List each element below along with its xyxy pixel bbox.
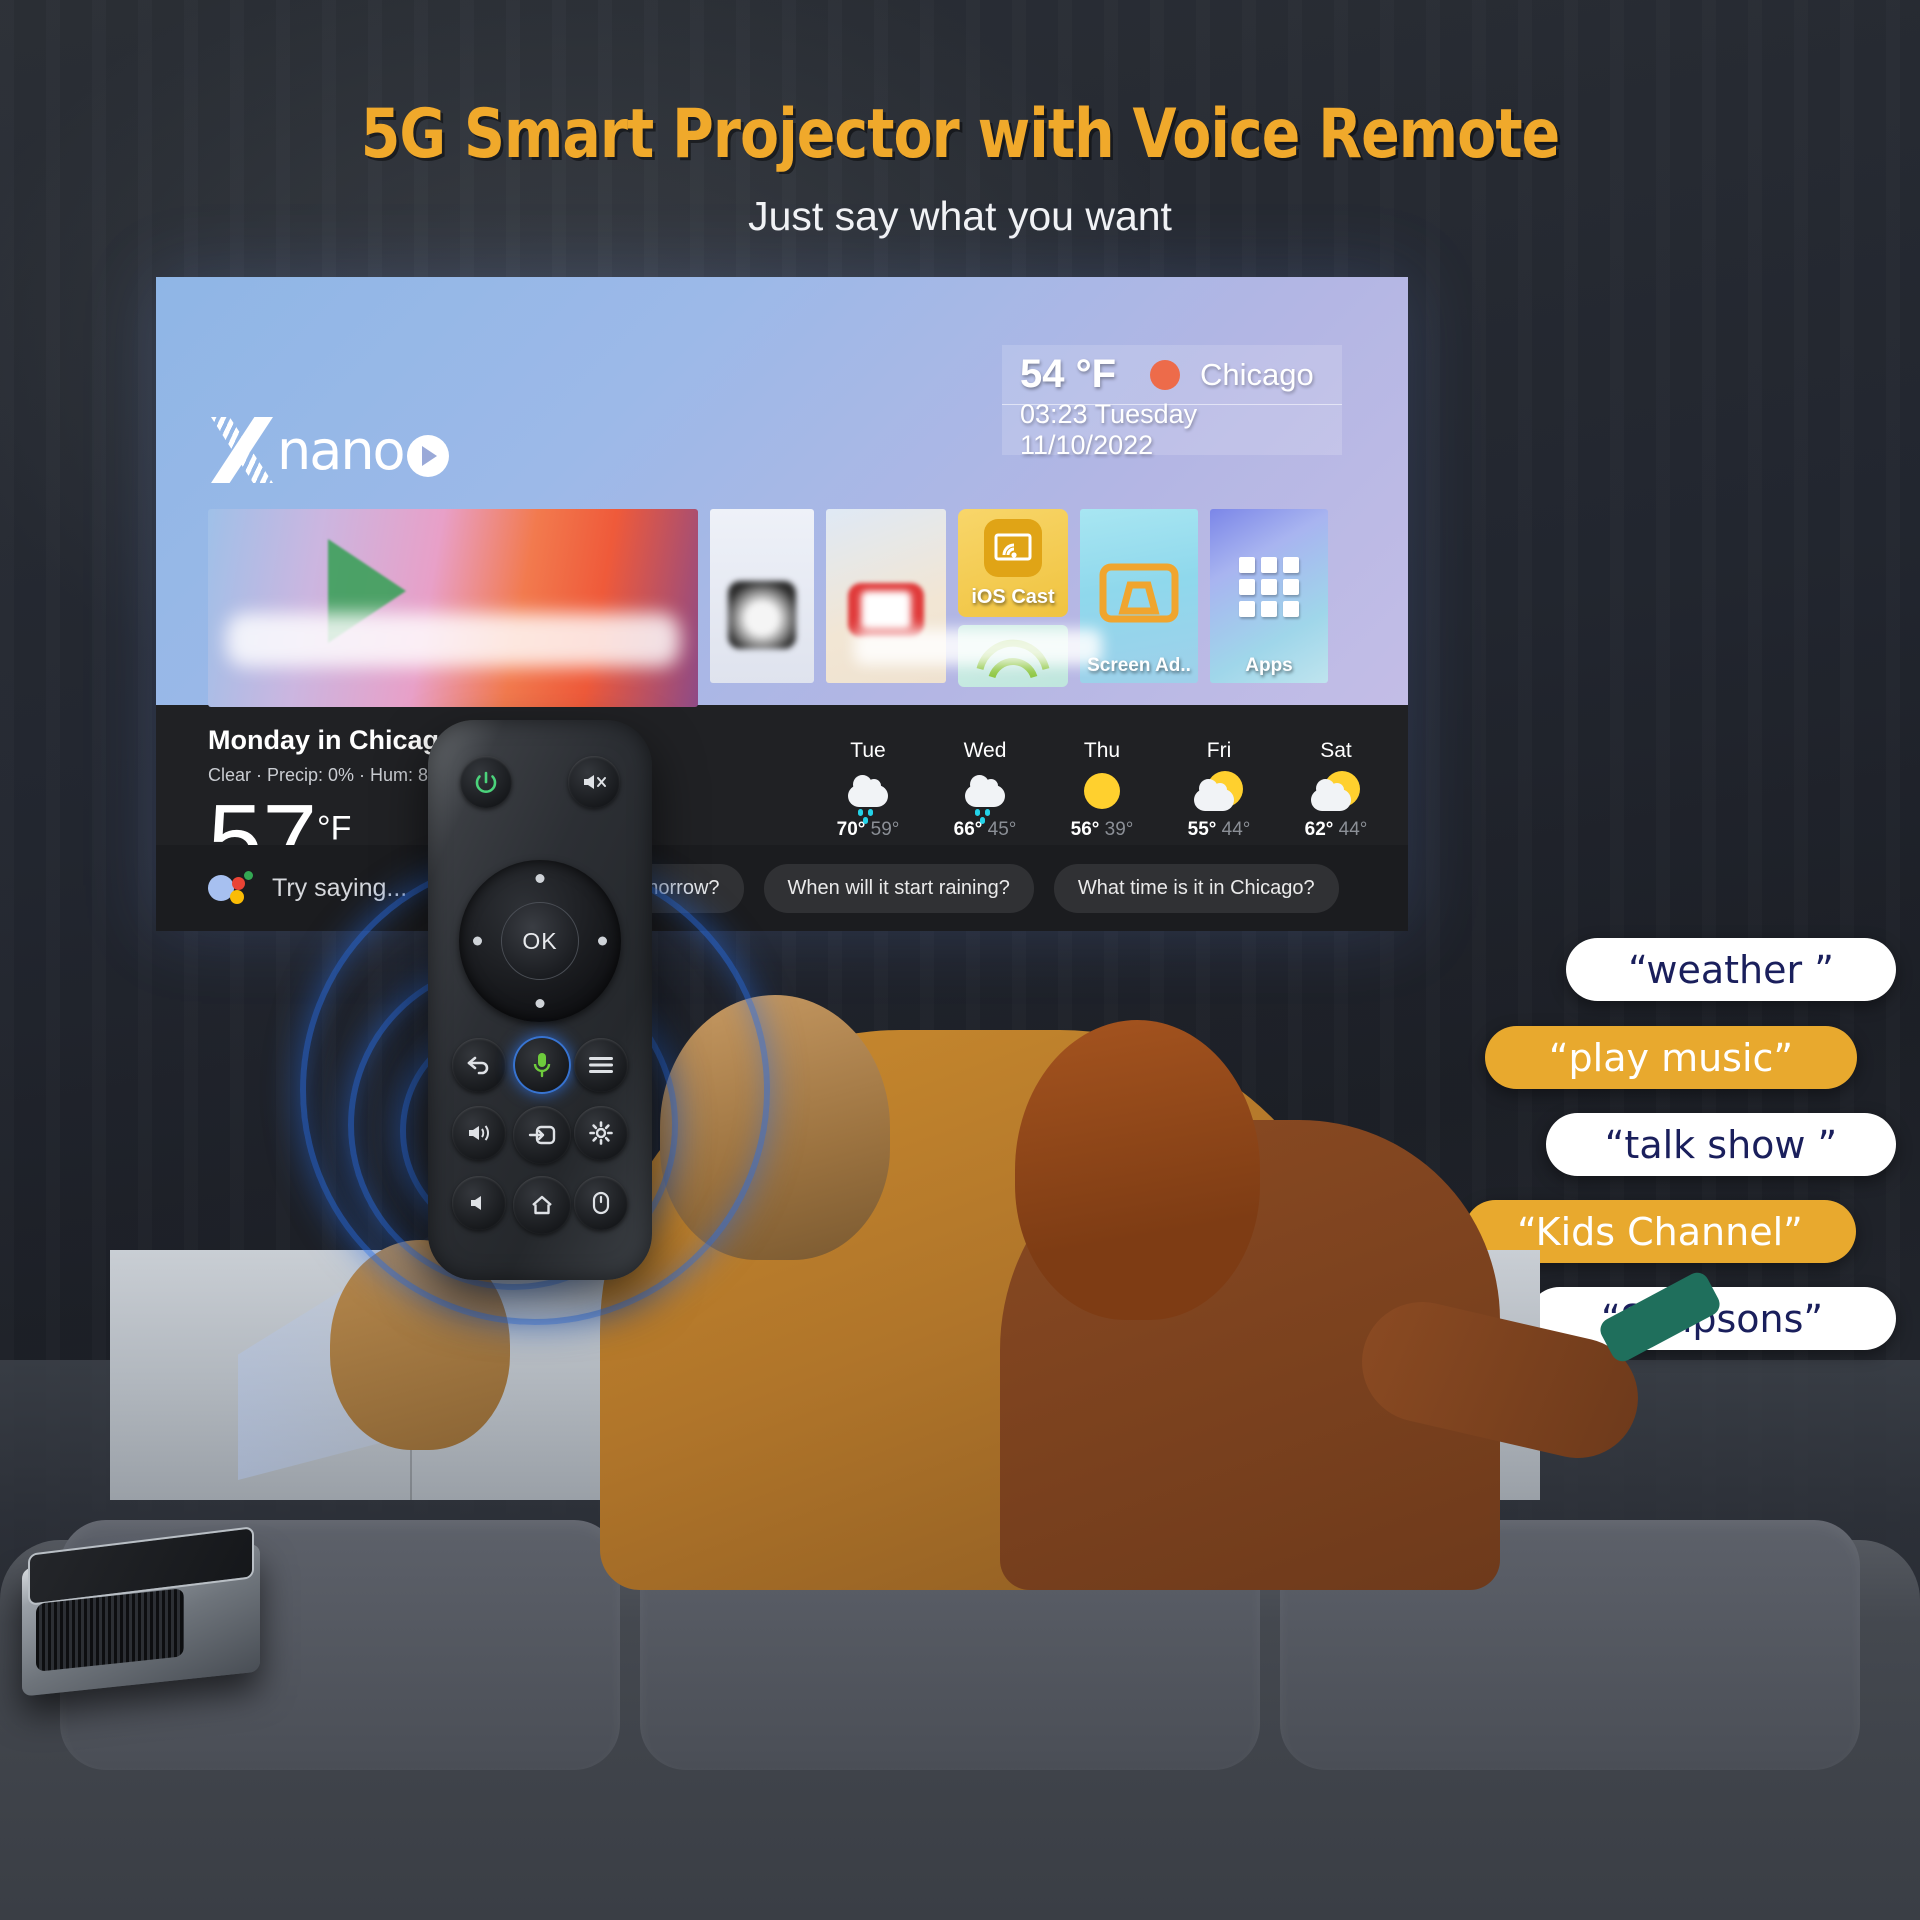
weather-detail-unit: °F (317, 809, 352, 848)
projected-screen: nano 54 °F Chicago 03:23 Tuesday 11/10/2… (156, 277, 1408, 931)
forecast-high: 66° (953, 819, 983, 840)
dpad-left[interactable] (473, 936, 482, 946)
forecast-day-label: Tue (850, 739, 886, 762)
forecast-low: 39° (1104, 819, 1134, 840)
app-tile-row: iOS Cast Screen Ad.. Apps (208, 509, 1328, 707)
sun-icon (1062, 769, 1142, 815)
google-assistant-icon (208, 871, 253, 905)
grid-icon (1239, 557, 1299, 617)
forecast-day-label: Fri (1206, 739, 1232, 762)
voice-callout-play-music: “play music” (1485, 1026, 1857, 1089)
page-subheadline: Just say what you want (748, 193, 1172, 239)
voice-callout-weather: “weather ” (1566, 938, 1896, 1001)
forecast-day-label: Sat (1320, 739, 1352, 762)
forecast-low: 44° (1338, 819, 1368, 840)
forecast-day: Fri 55° 44° (1179, 739, 1259, 841)
forecast-day: Sat 62° 44° (1296, 739, 1376, 841)
menu-button[interactable] (574, 1038, 628, 1092)
dpad-down[interactable] (535, 999, 545, 1008)
forecast-high: 56° (1070, 819, 1100, 840)
forecast-strip: Tue 70° 59° Wed 66° 45° Thu 56° 39° Fri … (828, 739, 1376, 841)
assistant-prompt: Try saying... (272, 873, 408, 902)
woman-head (1015, 1020, 1260, 1320)
man-head (660, 995, 890, 1260)
dpad-right[interactable] (598, 936, 607, 946)
volume-up-button[interactable] (452, 1106, 506, 1160)
forecast-high: 62° (1304, 819, 1334, 840)
logo-x-icon (211, 417, 273, 483)
forecast-day: Tue 70° 59° (828, 739, 908, 841)
keystone-icon (1099, 563, 1179, 623)
forecast-temps: 62° 44° (1296, 819, 1376, 841)
tile-blurred-caption (854, 629, 1102, 665)
mute-button[interactable] (568, 756, 620, 808)
power-button[interactable] (460, 756, 512, 808)
app-thumb-icon (728, 581, 796, 649)
dpad-up[interactable] (535, 874, 545, 883)
forecast-low: 59° (870, 819, 900, 840)
forecast-day-label: Wed (963, 739, 1007, 762)
mic-button[interactable] (513, 1036, 571, 1094)
volume-down-button[interactable] (452, 1176, 506, 1230)
voice-callout-talk-show: “talk show ” (1546, 1113, 1896, 1176)
back-button[interactable] (452, 1038, 506, 1092)
weather-datetime: 03:23 Tuesday 11/10/2022 (1002, 399, 1342, 460)
forecast-day: Thu 56° 39° (1062, 739, 1142, 841)
sofa (0, 1520, 1920, 1920)
tile-blurred-label (226, 613, 680, 667)
handheld-remote (1596, 1268, 1724, 1366)
mouse-button[interactable] (574, 1176, 628, 1230)
tile-ios-cast-label: iOS Cast (971, 586, 1055, 608)
partly-cloudy-icon (1179, 769, 1259, 815)
tile-apps-label: Apps (1245, 655, 1293, 676)
logo-play-icon (406, 435, 449, 477)
forecast-temps: 56° 39° (1062, 819, 1142, 841)
projector-device (14, 1526, 276, 1714)
tile-apps[interactable]: Apps (1210, 509, 1328, 683)
settings-button[interactable] (574, 1106, 628, 1160)
forecast-high: 70° (836, 819, 866, 840)
forecast-temps: 55° 44° (1179, 819, 1259, 841)
rain-icon (945, 769, 1025, 824)
forecast-temps: 66° 45° (945, 819, 1025, 841)
forecast-low: 45° (987, 819, 1017, 840)
forecast-high: 55° (1187, 819, 1217, 840)
home-button[interactable] (513, 1176, 571, 1234)
cast-icon (984, 519, 1042, 577)
logo-wordmark: nano (277, 418, 406, 482)
weather-temperature: 54 °F (1020, 352, 1117, 396)
tile-featured-banner[interactable] (208, 509, 698, 707)
forecast-day-label: Thu (1083, 739, 1121, 762)
assistant-chip[interactable]: When will it start raining? (763, 863, 1034, 913)
forecast-day: Wed 66° 45° (945, 739, 1025, 841)
partly-cloudy-icon (1296, 769, 1376, 815)
assistant-bar: Try saying... What about tomorrow? When … (156, 845, 1408, 931)
weather-widget-primary: 54 °F Chicago (1002, 345, 1342, 405)
tile-app-thumb[interactable] (710, 509, 814, 683)
assistant-chip[interactable]: What time is it in Chicago? (1053, 863, 1339, 913)
xnano-logo: nano (211, 417, 449, 483)
voice-remote: OK (428, 720, 652, 1280)
dpad[interactable]: OK (459, 860, 621, 1022)
ok-button[interactable]: OK (501, 902, 579, 980)
weather-widget[interactable]: 54 °F Chicago 03:23 Tuesday 11/10/2022 (1002, 345, 1342, 460)
weather-condition-icon (1150, 359, 1181, 390)
weather-city: Chicago (1200, 356, 1314, 392)
rain-icon (828, 769, 908, 824)
page-headline: 5G Smart Projector with Voice Remote (360, 95, 1560, 174)
input-source-button[interactable] (513, 1106, 571, 1164)
forecast-temps: 70° 59° (828, 819, 908, 841)
tile-ios-cast[interactable]: iOS Cast (958, 509, 1068, 617)
forecast-low: 44° (1221, 819, 1251, 840)
